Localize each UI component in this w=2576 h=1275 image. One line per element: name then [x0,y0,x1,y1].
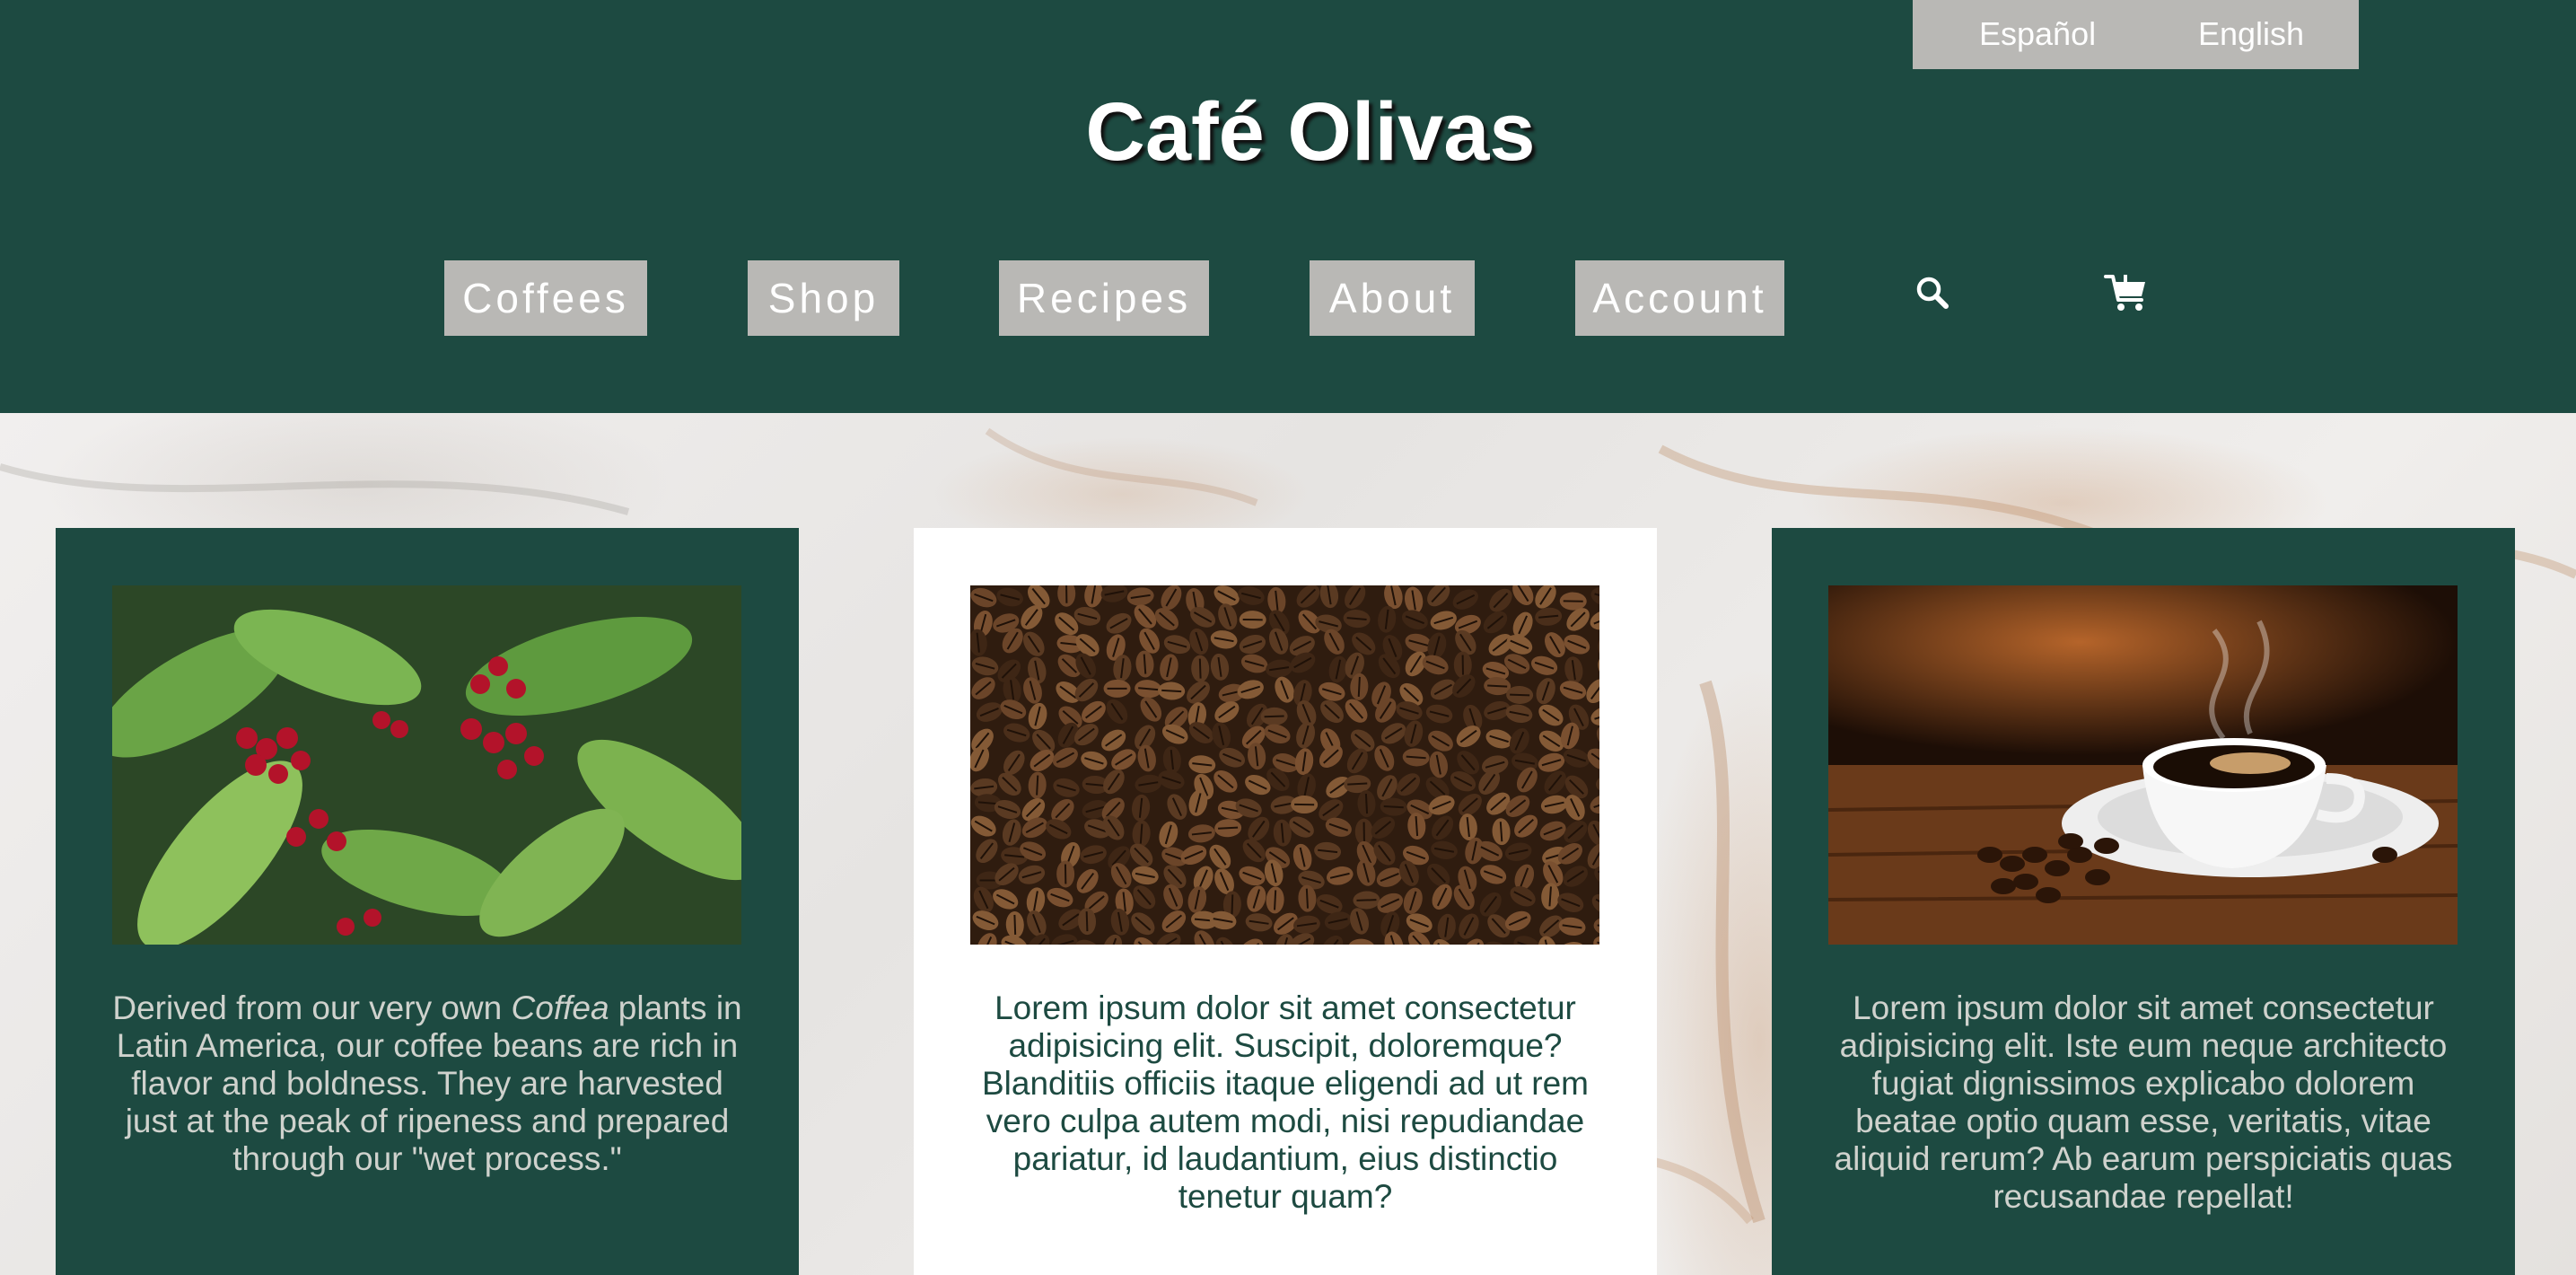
coffee-plant-image [112,585,741,945]
nav-shop-button[interactable]: Shop [748,260,899,336]
nav-about-button[interactable]: About [1310,260,1475,336]
nav-recipes-button[interactable]: Recipes [999,260,1209,336]
search-button[interactable] [1909,269,1959,320]
nav-coffees-button[interactable]: Coffees [444,260,647,336]
card-coffee-origin-text: Derived from our very own Coffea plants … [112,989,742,1177]
card-coffee-origin: Derived from our very own Coffea plants … [56,528,799,1275]
card-coffee-cup: Lorem ipsum dolor sit amet consectetur a… [1772,528,2515,1275]
language-switcher: Español English [1913,0,2359,69]
card-roasted-beans-text: Lorem ipsum dolor sit amet consectetur a… [982,989,1589,1215]
cart-icon [2104,275,2145,311]
search-icon [1916,277,1949,309]
language-spanish-link[interactable]: Español [1979,0,2096,69]
cart-button[interactable] [2102,269,2152,320]
coffee-cup-image [1828,585,2458,945]
site-title[interactable]: Café Olivas [0,85,2576,180]
nav-account-button[interactable]: Account [1575,260,1784,336]
card-roasted-beans: Lorem ipsum dolor sit amet consectetur a… [914,528,1657,1275]
card-coffee-cup-text: Lorem ipsum dolor sit amet consectetur a… [1834,989,2453,1215]
language-english-link[interactable]: English [2198,0,2304,69]
site-header: Español English Café Olivas Coffees Shop… [0,0,2576,413]
coffee-beans-image [970,585,1599,945]
